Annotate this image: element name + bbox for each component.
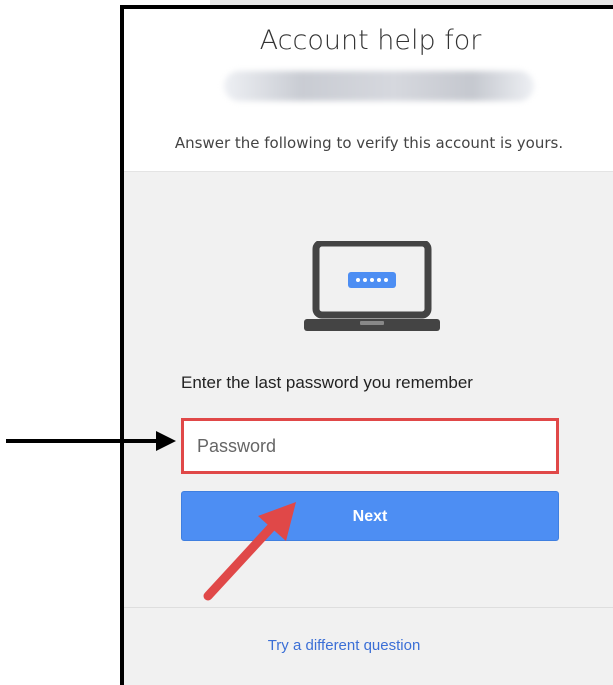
page-title: Account help for xyxy=(259,25,482,56)
redacted-email xyxy=(224,71,534,101)
try-different-question-link[interactable]: Try a different question xyxy=(124,637,564,654)
divider xyxy=(124,607,613,608)
laptop-password-icon xyxy=(304,241,440,331)
verify-instructions: Answer the following to verify this acco… xyxy=(174,134,564,152)
password-input[interactable] xyxy=(181,418,559,474)
challenge-prompt: Enter the last password you remember xyxy=(181,373,473,392)
next-button[interactable]: Next xyxy=(181,491,559,541)
account-help-panel: Account help for Answer the following to… xyxy=(120,5,613,685)
